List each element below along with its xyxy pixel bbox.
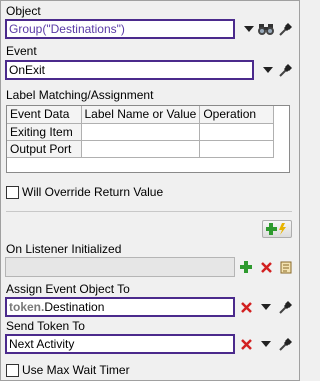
max-wait-checkbox[interactable]	[6, 364, 19, 377]
eyedropper-icon[interactable]	[278, 336, 294, 352]
dropdown-arrow-icon[interactable]	[260, 62, 276, 78]
send-token-label: Send Token To	[6, 319, 85, 333]
dropdown-arrow-icon[interactable]	[258, 299, 274, 315]
token-prefix: token.	[9, 300, 45, 314]
divider	[6, 211, 292, 212]
binoculars-icon[interactable]	[258, 21, 274, 37]
event-field[interactable]: OnExit	[5, 60, 254, 80]
send-token-field[interactable]: Next Activity	[5, 334, 235, 354]
override-checkbox[interactable]	[6, 186, 19, 199]
row-header: Output Port	[7, 140, 82, 158]
table-header-row: Event Data Label Name or Value Operation	[7, 106, 275, 124]
table-cell[interactable]	[81, 123, 201, 141]
delete-x-icon[interactable]	[238, 299, 254, 315]
delete-x-icon[interactable]	[258, 259, 274, 275]
table-row: Exiting Item	[7, 123, 275, 141]
add-listener-button[interactable]	[262, 220, 292, 238]
listener-field[interactable]	[5, 257, 235, 277]
object-field[interactable]: Group("Destinations")	[5, 19, 235, 39]
assign-event-object-value: Destination	[44, 300, 105, 314]
eyedropper-icon[interactable]	[278, 62, 294, 78]
override-label: Will Override Return Value	[22, 185, 164, 199]
label-matching-table: Event Data Label Name or Value Operation…	[6, 105, 290, 173]
delete-x-icon[interactable]	[238, 336, 254, 352]
column-header: Operation	[199, 106, 275, 124]
object-label: Object	[6, 4, 41, 18]
eyedropper-icon[interactable]	[278, 299, 294, 315]
row-header: Exiting Item	[7, 123, 82, 141]
column-header: Label Name or Value	[81, 106, 201, 124]
table-cell[interactable]	[199, 140, 275, 158]
label-matching-label: Label Matching/Assignment	[6, 88, 154, 102]
assign-event-object-label: Assign Event Object To	[6, 282, 130, 296]
event-properties-panel: Object Group("Destinations") Event OnExi…	[0, 0, 300, 381]
dropdown-arrow-icon[interactable]	[258, 336, 274, 352]
event-label: Event	[6, 44, 37, 58]
script-scroll-icon[interactable]	[278, 259, 294, 275]
add-lightning-icon	[266, 222, 288, 236]
table-cell[interactable]	[81, 140, 201, 158]
add-plus-icon[interactable]	[238, 259, 254, 275]
listener-label: On Listener Initialized	[6, 242, 122, 256]
assign-event-object-field[interactable]: token.Destination	[5, 297, 235, 317]
table-row: Output Port	[7, 140, 275, 158]
eyedropper-icon[interactable]	[278, 21, 294, 37]
dropdown-arrow-icon[interactable]	[241, 21, 257, 37]
max-wait-label: Use Max Wait Timer	[22, 363, 130, 377]
column-header: Event Data	[7, 106, 82, 124]
table-cell[interactable]	[199, 123, 275, 141]
